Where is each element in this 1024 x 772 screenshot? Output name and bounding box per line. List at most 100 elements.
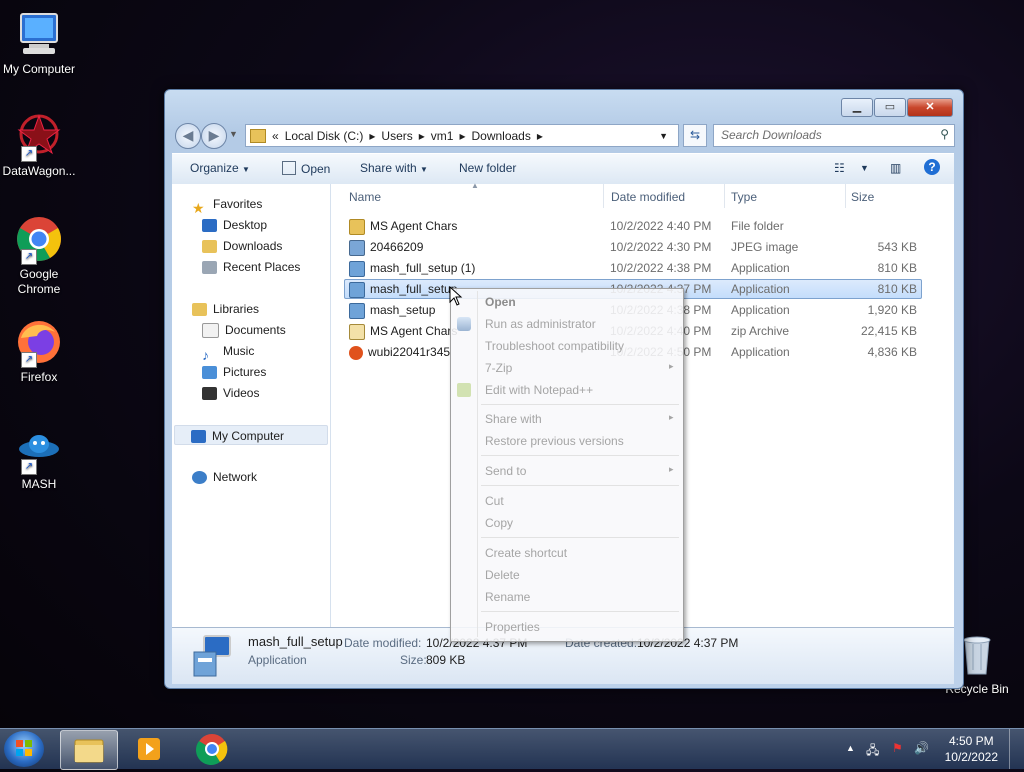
breadcrumb-vm1[interactable]: vm1 [431, 129, 454, 143]
menu-item-open[interactable]: Open [485, 295, 516, 309]
organize-button[interactable]: Organize ▼ [190, 161, 250, 175]
breadcrumb-downloads[interactable]: Downloads [471, 129, 530, 143]
menu-item-run-as-administrator[interactable]: Run as administrator [485, 317, 596, 331]
nav-desktop[interactable]: Desktop [202, 215, 267, 235]
menu-item-send-to[interactable]: Send to ▸ [485, 464, 674, 478]
nav-recent-places[interactable]: Recent Places [202, 257, 300, 277]
taskbar-chrome-button[interactable] [184, 730, 240, 768]
navigation-bar: ◀ ▶ ▼ « Local Disk (C:) ▸ Users ▸ vm1 ▸ … [173, 121, 955, 149]
shortcut-arrow-icon: ↗ [21, 459, 37, 475]
recent-pages-dropdown-icon[interactable]: ▼ [229, 129, 238, 139]
menu-item-properties[interactable]: Properties [485, 620, 540, 634]
share-with-button[interactable]: Share with ▼ [360, 161, 428, 175]
sort-arrow-icon: ▲ [471, 181, 479, 190]
recent-places-icon [202, 261, 217, 275]
menu-separator [481, 485, 679, 486]
taskbar-media-player-button[interactable] [122, 730, 178, 768]
nav-documents[interactable]: Documents [202, 320, 286, 340]
show-desktop-button[interactable] [1009, 729, 1024, 769]
nav-libraries[interactable]: Libraries [192, 299, 259, 319]
minimize-button[interactable]: ▁ [841, 98, 873, 117]
column-header-size[interactable]: Size [851, 190, 874, 204]
breadcrumb-separator-icon[interactable]: ▸ [419, 129, 425, 143]
search-input[interactable]: Search Downloads ⚲ [713, 124, 955, 147]
explorer-folder-icon [74, 739, 104, 763]
change-view-icon[interactable]: ☷ [834, 161, 845, 175]
new-folder-button[interactable]: New folder [459, 161, 516, 175]
start-button[interactable] [4, 731, 44, 767]
nav-favorites[interactable]: ★ Favorites [192, 194, 262, 216]
desktop-icon-datawagon[interactable]: ↗ DataWagon... [0, 112, 78, 178]
nav-pictures[interactable]: Pictures [202, 362, 266, 382]
submenu-arrow-icon: ▸ [669, 361, 674, 371]
menu-item-create-shortcut[interactable]: Create shortcut [485, 546, 567, 560]
nav-downloads[interactable]: Downloads [202, 236, 282, 256]
search-icon: ⚲ [940, 127, 949, 141]
column-header-date-modified[interactable]: Date modified [611, 190, 685, 204]
address-dropdown-icon[interactable]: ▼ [659, 131, 668, 141]
close-button[interactable]: ✕ [907, 98, 953, 117]
help-icon[interactable]: ? [924, 159, 940, 175]
command-bar: Organize ▼ Open Share with ▼ New folder … [172, 153, 954, 185]
menu-item-edit-with-notepad-plus-plus[interactable]: Edit with Notepad++ [485, 383, 593, 397]
back-button[interactable]: ◀ [175, 123, 201, 149]
network-icon [192, 471, 207, 485]
installer-large-icon [190, 634, 234, 678]
breadcrumb-users[interactable]: Users [381, 129, 412, 143]
menu-item-7zip[interactable]: 7-Zip ▸ [485, 361, 674, 375]
desktop-icon-my-computer[interactable]: My Computer [0, 10, 78, 76]
maximize-button[interactable]: ▭ [874, 98, 906, 117]
column-header-name[interactable]: Name [349, 190, 381, 204]
forward-button[interactable]: ▶ [201, 123, 227, 149]
column-divider[interactable] [845, 184, 846, 208]
column-divider[interactable] [603, 184, 604, 208]
file-row[interactable]: MS Agent Chars 10/2/2022 4:40 PM File fo… [345, 216, 921, 236]
nav-my-computer[interactable]: My Computer [174, 425, 328, 445]
volume-icon[interactable]: 🔊 [914, 741, 929, 755]
desktop-icon-mash[interactable]: ↗ MASH [0, 425, 78, 491]
refresh-button[interactable]: ⇆ [683, 124, 707, 147]
action-center-flag-icon[interactable]: ⚑ [892, 741, 903, 755]
open-button[interactable]: Open [282, 161, 330, 176]
firefox-icon: ↗ [15, 318, 63, 368]
menu-item-rename[interactable]: Rename [485, 590, 530, 604]
nav-network[interactable]: Network [192, 467, 257, 487]
column-header-type[interactable]: Type [731, 190, 757, 204]
menu-item-share-with[interactable]: Share with ▸ [485, 412, 674, 426]
breadcrumb-local-disk[interactable]: Local Disk (C:) [285, 129, 364, 143]
show-hidden-icons-icon[interactable]: ▲ [846, 743, 855, 753]
view-options-dropdown-icon[interactable]: ▼ [860, 163, 869, 173]
music-icon: ♪ [202, 347, 209, 364]
column-divider[interactable] [724, 184, 725, 208]
breadcrumb-separator-icon[interactable]: ▸ [459, 129, 465, 143]
breadcrumb-separator-icon[interactable]: ▸ [537, 129, 543, 143]
nav-music[interactable]: ♪ Music [202, 341, 254, 364]
network-tray-icon[interactable]: 🖧 [866, 741, 879, 762]
pictures-icon [202, 366, 217, 380]
breadcrumb-separator-icon[interactable]: ▸ [369, 129, 375, 143]
taskbar: ▲ 🖧 ⚑ 🔊 4:50 PM 10/2/2022 [0, 728, 1024, 770]
desktop-icon-firefox[interactable]: ↗ Firefox [0, 318, 78, 384]
media-player-icon [138, 738, 160, 760]
menu-item-troubleshoot-compatibility[interactable]: Troubleshoot compatibility [485, 339, 624, 353]
preview-pane-icon[interactable]: ▥ [890, 161, 901, 175]
menu-item-restore-previous-versions[interactable]: Restore previous versions [485, 434, 624, 448]
details-file-name: mash_full_setup [248, 634, 343, 649]
desktop-icon-google-chrome[interactable]: ↗ Google Chrome [0, 215, 78, 297]
breadcrumb-overflow[interactable]: « [272, 129, 279, 143]
menu-separator [481, 537, 679, 538]
file-row[interactable]: 20466209 10/2/2022 4:30 PM JPEG image 54… [345, 237, 921, 257]
address-bar[interactable]: « Local Disk (C:) ▸ Users ▸ vm1 ▸ Downlo… [245, 124, 679, 147]
menu-item-delete[interactable]: Delete [485, 568, 520, 582]
desktop-icon-label: MASH [21, 477, 57, 491]
context-menu: Open Run as administrator Troubleshoot c… [450, 288, 684, 642]
nav-videos[interactable]: Videos [202, 383, 259, 403]
menu-separator [481, 611, 679, 612]
menu-item-cut[interactable]: Cut [485, 494, 504, 508]
taskbar-explorer-button[interactable] [60, 730, 118, 770]
menu-item-copy[interactable]: Copy [485, 516, 513, 530]
clock-date: 10/2/2022 [944, 750, 998, 764]
image-icon [349, 239, 365, 256]
file-row[interactable]: mash_full_setup (1) 10/2/2022 4:38 PM Ap… [345, 258, 921, 278]
clock[interactable]: 4:50 PM 10/2/2022 [945, 733, 998, 765]
